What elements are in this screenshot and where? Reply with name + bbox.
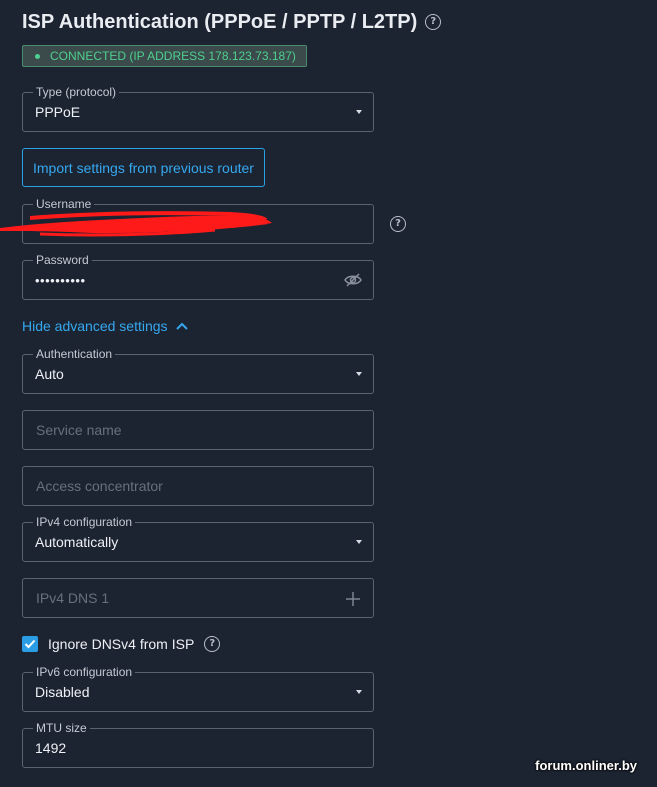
chevron-down-icon — [356, 540, 362, 544]
authentication-select[interactable]: Authentication Auto — [22, 346, 374, 394]
access-concentrator-input[interactable]: Access concentrator — [22, 466, 374, 506]
username-label: Username — [33, 196, 95, 212]
ipv6-configuration-value: Disabled — [35, 684, 90, 700]
ipv4-configuration-select[interactable]: IPv4 configuration Automatically — [22, 514, 374, 562]
type-protocol-value: PPPoE — [35, 104, 81, 120]
password-field[interactable]: Password •••••••••• — [22, 252, 374, 300]
page-title: ISP Authentication (PPPoE / PPTP / L2TP) — [22, 10, 418, 33]
eye-off-icon[interactable] — [344, 272, 362, 288]
authentication-value: Auto — [35, 366, 64, 382]
status-badge: CONNECTED (IP ADDRESS 178.123.73.187) — [22, 45, 307, 67]
status-dot-icon — [35, 53, 40, 59]
mtu-size-label: MTU size — [33, 720, 90, 736]
ipv4-configuration-value: Automatically — [35, 534, 119, 550]
ipv4-dns-input[interactable]: IPv4 DNS 1 — [22, 578, 374, 618]
status-text: CONNECTED (IP ADDRESS 178.123.73.187) — [50, 49, 296, 63]
check-icon — [24, 639, 36, 649]
ipv4-dns-placeholder: IPv4 DNS 1 — [36, 590, 110, 606]
service-name-input[interactable]: Service name — [22, 410, 374, 450]
help-icon[interactable]: ? — [425, 14, 442, 30]
authentication-label: Authentication — [33, 346, 116, 362]
ignore-dnsv4-label: Ignore DNSv4 from ISP — [48, 636, 195, 652]
hide-advanced-settings-link[interactable]: Hide advanced settings — [22, 318, 188, 334]
ignore-dnsv4-checkbox[interactable] — [22, 636, 38, 652]
ignore-dnsv4-row: Ignore DNSv4 from ISP ? — [22, 636, 221, 652]
watermark: forum.onliner.by — [535, 758, 637, 773]
import-settings-button[interactable]: Import settings from previous router — [22, 148, 265, 187]
access-concentrator-placeholder: Access concentrator — [36, 478, 163, 494]
ipv4-configuration-label: IPv4 configuration — [33, 514, 136, 530]
chevron-down-icon — [356, 110, 362, 114]
chevron-up-icon — [175, 322, 188, 330]
type-protocol-select[interactable]: Type (protocol) PPPoE — [22, 84, 374, 132]
mtu-size-value: 1492 — [35, 740, 67, 756]
hide-advanced-settings-label: Hide advanced settings — [22, 318, 168, 334]
page-title-row: ISP Authentication (PPPoE / PPTP / L2TP)… — [22, 8, 442, 36]
type-protocol-label: Type (protocol) — [33, 84, 120, 100]
help-icon[interactable]: ? — [204, 636, 221, 652]
chevron-down-icon — [356, 690, 362, 694]
ipv6-configuration-select[interactable]: IPv6 configuration Disabled — [22, 664, 374, 712]
chevron-down-icon — [356, 372, 362, 376]
help-icon[interactable]: ? — [390, 216, 406, 232]
password-value: •••••••••• — [35, 273, 86, 288]
ipv6-configuration-label: IPv6 configuration — [33, 664, 136, 680]
service-name-placeholder: Service name — [36, 422, 122, 438]
mtu-size-field[interactable]: MTU size 1492 — [22, 720, 374, 768]
username-field[interactable]: Username — [22, 196, 374, 244]
password-label: Password — [33, 252, 92, 268]
plus-icon[interactable] — [344, 590, 362, 608]
